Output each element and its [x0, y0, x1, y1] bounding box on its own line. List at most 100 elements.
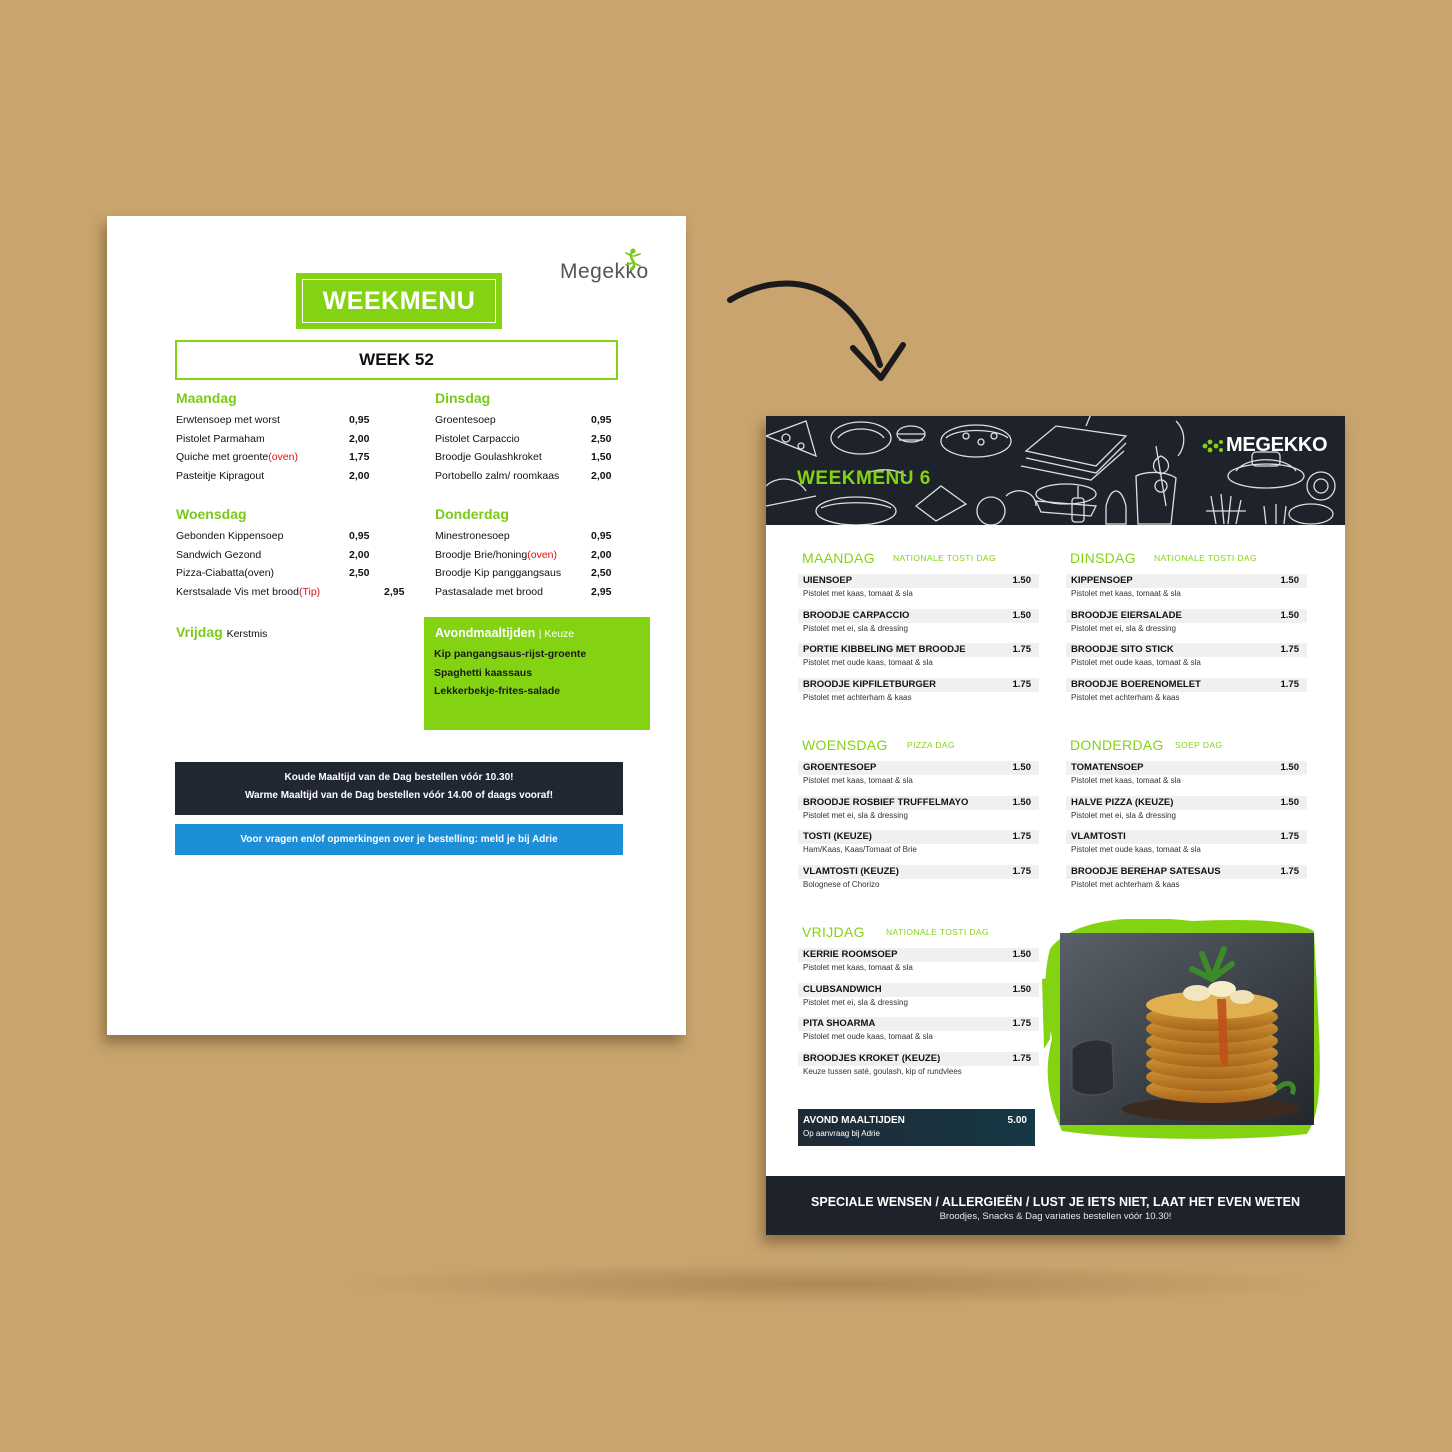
menu-item-name: PORTIE KIBBELING MET BROODJE [803, 644, 966, 655]
floor-shadow [330, 1262, 1330, 1306]
old-item-name: Groentesoep [435, 414, 496, 426]
menu-item-description: Pistolet met kaas, tomaat & sla [1071, 776, 1181, 785]
old-item-name: Sandwich Gezond [176, 548, 262, 561]
old-item-price: 2,00 [349, 469, 370, 482]
menu-item: TOMATENSOEP 1.50 Pistolet met kaas, tomaat… [1066, 761, 1307, 785]
old-item-price: 0,95 [591, 414, 612, 426]
menu-item-price: 1.50 [1280, 575, 1300, 586]
menu-item-description: Pistolet met achterham & kaas [803, 692, 912, 702]
menu-item: BROODJE ROSBIEF TRUFFELMAYO 1.50 Pistolet … [798, 795, 1039, 820]
menu-item-bar: BROODJE CARPACCIO 1.50 [798, 608, 1039, 623]
menu-item: KERRIE ROOMSOEP 1.50 Pistolet met kaas, to… [798, 948, 1039, 972]
menu-item-price: 1.75 [1280, 644, 1300, 655]
menu-item-name: KIPPENSOEP [1071, 575, 1133, 586]
menu-item-name: TOMATENSOEP [1071, 762, 1144, 773]
menu-item-bar: BROODJE ROSBIEF TRUFFELMAYO 1.50 [798, 795, 1039, 810]
pancake-photo [1042, 918, 1322, 1141]
menu-item-description: Pistolet met kaas, tomaat & sla [803, 589, 913, 598]
old-item-note: (oven) [527, 548, 557, 561]
menu-item-description: Pistolet met ei, sla & dressing [1071, 810, 1176, 820]
evening-meals-desc: Op aanvraag bij Adrie [803, 1129, 880, 1138]
old-notice-line1: Koude Maaltijd van de Dag bestellen vóór… [284, 772, 514, 783]
menu-item: BROODJE BEREHAP SATESAUS 1.75 Pistolet met… [1066, 864, 1307, 889]
menu-item-bar: PORTIE KIBBELING MET BROODJE 1.75 [798, 643, 1039, 657]
menu-item-name: BROODJE BEREHAP SATESAUS [1071, 865, 1221, 877]
old-title: WEEKMENU [302, 279, 496, 323]
old-item-price: 2,95 [384, 585, 405, 598]
menu-item-name: GROENTESOEP [803, 762, 877, 773]
menu-item: BROODJE BOERENOMELET 1.75 Pistolet met ach… [1066, 677, 1307, 702]
old-item-price: 0,95 [591, 530, 612, 542]
menu-item-name: BROODJE ROSBIEF TRUFFELMAYO [803, 796, 969, 808]
menu-item-name: UIENSOEP [803, 575, 853, 586]
old-day-heading: Dinsdag [435, 390, 491, 406]
day-heading: VRIJDAG [802, 924, 865, 940]
old-friday: Vrijdag Kerstmis [176, 624, 267, 640]
menu-item-bar: VLAMTOSTI (KEUZE) 1.75 [798, 864, 1039, 879]
new-logo-text: MEGEKKO [1226, 434, 1328, 456]
menu-item-name: BROODJE CARPACCIO [803, 609, 910, 621]
menu-item-price: 1.50 [1012, 609, 1032, 621]
old-item-name: Pistolet Parmaham [176, 432, 265, 445]
menu-item-description: Pistolet met achterham & kaas [1071, 879, 1180, 889]
menu-item-name: TOSTI (KEUZE) [803, 831, 872, 842]
menu-item-bar: HALVE PIZZA (KEUZE) 1.50 [1066, 795, 1307, 810]
menu-item-name: BROODJE SITO STICK [1071, 644, 1174, 655]
menu-item: BROODJE SITO STICK 1.75 Pistolet met oude … [1066, 643, 1307, 667]
menu-item-description: Ham/Kaas, Kaas/Tomaat of Brie [803, 845, 917, 854]
menu-item-bar: TOSTI (KEUZE) 1.75 [798, 830, 1039, 844]
old-week-label: WEEK 52 [175, 340, 618, 380]
old-item-price: 2,50 [349, 567, 370, 579]
old-friday-name: Vrijdag [176, 624, 223, 640]
old-menu-item: Broodje Kip panggangsaus 2,50 [435, 567, 765, 579]
menu-item-name: VLAMTOSTI [1071, 831, 1126, 842]
menu-item: CLUBSANDWICH 1.50 Pistolet met ei, sla & d… [798, 982, 1039, 1007]
menu-item-bar: BROODJE EIERSALADE 1.50 [1066, 608, 1307, 623]
menu-item-price: 1.50 [1012, 983, 1032, 995]
menu-item-price: 1.75 [1280, 831, 1300, 842]
old-item-price: 2,00 [349, 548, 370, 561]
menu-item-description: Pistolet met ei, sla & dressing [803, 997, 908, 1007]
menu-item-price: 1.75 [1012, 1052, 1032, 1064]
menu-item: BROODJE CARPACCIO 1.50 Pistolet met ei, sl… [798, 608, 1039, 633]
menu-item: PITA SHOARMA 1.75 Pistolet met oude kaas, … [798, 1017, 1039, 1041]
old-item-name: Erwtensoep met worst [176, 414, 280, 426]
old-item-name: Portobello zalm/ roomkaas [435, 469, 560, 482]
evening-meals-name: AVOND MAALTIJDEN [803, 1115, 905, 1126]
day-heading: MAANDAG [802, 550, 875, 566]
menu-item: VLAMTOSTI 1.75 Pistolet met oude kaas, tom… [1066, 830, 1307, 854]
old-evening-item: Lekkerbekje-frites-salade [434, 685, 561, 697]
old-evening-sub: | Keuze [538, 628, 575, 640]
old-menu-item: Portobello zalm/ roomkaas 2,00 [435, 470, 765, 482]
menu-item: VLAMTOSTI (KEUZE) 1.75 Bolognese of Choriz… [798, 864, 1039, 889]
old-item-price: 1,75 [349, 451, 370, 463]
menu-item-name: BROODJES KROKET (KEUZE) [803, 1052, 941, 1064]
old-item-price: 1,50 [591, 451, 612, 463]
menu-item-name: PITA SHOARMA [803, 1018, 876, 1029]
menu-item-description: Pistolet met ei, sla & dressing [803, 623, 908, 633]
menu-item-name: VLAMTOSTI (KEUZE) [803, 865, 899, 877]
old-evening-item: Spaghetti kaassaus [434, 667, 533, 679]
menu-item-description: Pistolet met oude kaas, tomaat & sla [1071, 845, 1201, 854]
menu-item: BROODJE EIERSALADE 1.50 Pistolet met ei, s… [1066, 608, 1307, 633]
menu-item: BROODJE KIPFILETBURGER 1.75 Pistolet met a… [798, 677, 1039, 702]
menu-item-description: Pistolet met kaas, tomaat & sla [803, 776, 913, 785]
old-friday-note: Kerstmis [226, 628, 268, 640]
old-item-name: Broodje Brie/honing [435, 548, 528, 561]
old-menu-page: Megekko WEEKMENU WEEK 52 Maandag Erwtenso… [107, 216, 686, 1035]
menu-item-bar: BROODJE BEREHAP SATESAUS 1.75 [1066, 864, 1307, 879]
menu-item: TOSTI (KEUZE) 1.75 Ham/Kaas, Kaas/Tomaat o… [798, 830, 1039, 854]
old-item-name: Kerstsalade Vis met brood [176, 585, 299, 598]
old-evening-title-text: Avondmaaltijden [435, 626, 536, 640]
menu-item-price: 1.50 [1012, 949, 1032, 960]
old-item-price: 0,95 [349, 530, 370, 542]
new-footer: SPECIALE WENSEN / ALLERGIEËN / LUST JE I… [766, 1176, 1345, 1235]
menu-item-price: 1.75 [1012, 678, 1032, 690]
menu-item: PORTIE KIBBELING MET BROODJE 1.75 Pistolet… [798, 643, 1039, 667]
old-menu-item: Pastasalade met brood 2,95 [435, 586, 765, 598]
old-item-price: 2,95 [591, 585, 612, 598]
menu-item-price: 1.50 [1280, 609, 1300, 621]
pancake-image [1042, 918, 1320, 1139]
menu-item-price: 1.50 [1280, 762, 1300, 773]
old-day-heading: Maandag [176, 390, 237, 406]
